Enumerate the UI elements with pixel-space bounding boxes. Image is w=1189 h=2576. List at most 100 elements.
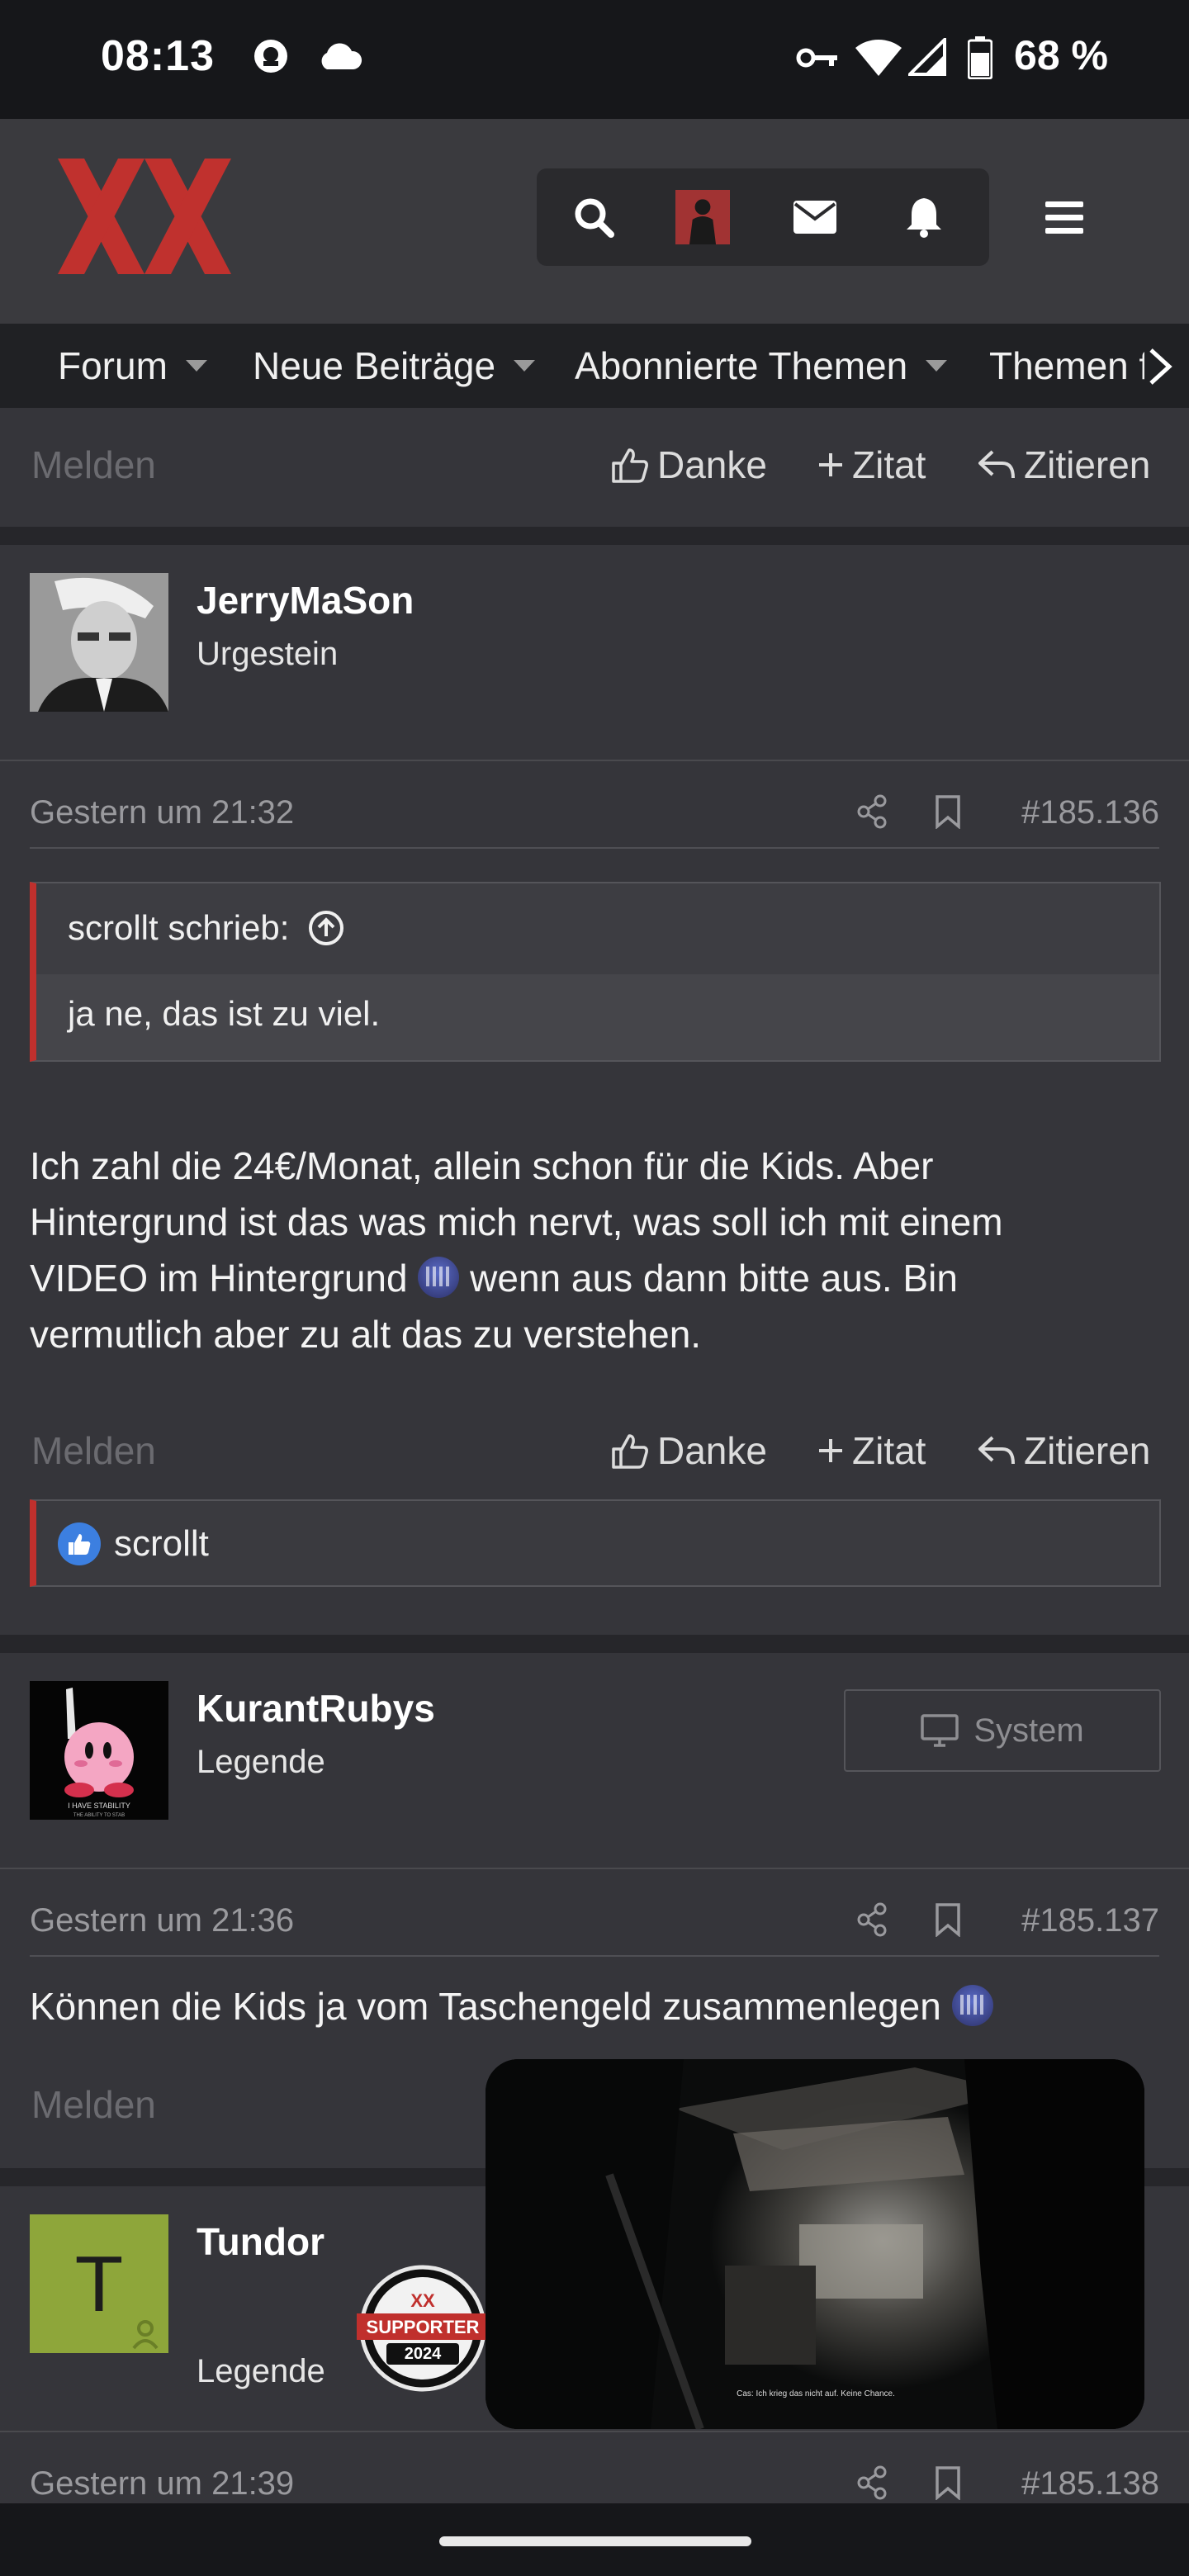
badge-label: SUPPORTER bbox=[367, 2317, 480, 2337]
video-frame: Cas: Ich krieg das nicht auf. Keine Chan… bbox=[486, 2059, 1144, 2429]
post-text: Ich zahl die 24€/Monat, allein schon für… bbox=[30, 1138, 1161, 1362]
quote-block: scrollt schrieb: ja ne, das ist zu viel. bbox=[30, 882, 1161, 1062]
nav-item-subscribed[interactable]: Abonnierte Themen bbox=[575, 343, 948, 388]
site-header bbox=[0, 119, 1189, 324]
quote-text: ja ne, das ist zu viel. bbox=[68, 994, 381, 1033]
caret-down-icon[interactable] bbox=[926, 360, 948, 372]
avatar-caption-2: THE ABILITY TO STAB bbox=[73, 1813, 125, 1818]
author-name[interactable]: KurantRubys bbox=[197, 1686, 435, 1731]
quote-header[interactable]: scrollt schrieb: bbox=[68, 908, 345, 948]
kurantrubys-avatar: I HAVE STABILITY THE ABILITY TO STAB bbox=[30, 1681, 168, 1820]
author-name[interactable]: Tundor bbox=[197, 2219, 324, 2264]
avatar[interactable] bbox=[30, 573, 168, 712]
caret-down-icon[interactable] bbox=[514, 360, 536, 372]
report-link[interactable]: Melden bbox=[31, 2082, 156, 2127]
reactions-bar[interactable]: scrollt bbox=[30, 1499, 1161, 1587]
report-link[interactable]: Melden bbox=[31, 443, 156, 487]
nav-label: Neue Beiträge bbox=[253, 344, 496, 387]
reaction-summary: scrollt bbox=[58, 1522, 209, 1565]
plus-icon bbox=[819, 1439, 842, 1462]
quote-label: Zitieren bbox=[1024, 1429, 1151, 1472]
post-date[interactable]: Gestern um 21:39 bbox=[30, 2465, 294, 2503]
notifications-button[interactable] bbox=[897, 190, 951, 244]
author-role: Legende bbox=[197, 1744, 325, 1780]
search-button[interactable] bbox=[566, 190, 621, 244]
post-number[interactable]: #185.136 bbox=[1021, 794, 1159, 831]
nav-label: Themen fi bbox=[989, 344, 1158, 387]
jerrymason-avatar bbox=[30, 573, 168, 712]
post-date[interactable]: Gestern um 21:32 bbox=[30, 794, 294, 831]
post-meta: Gestern um 21:36 #185.137 bbox=[30, 1869, 1159, 1957]
cloud-icon bbox=[321, 43, 362, 69]
hamburger-menu-icon[interactable] bbox=[1040, 197, 1090, 239]
post-meta: Gestern um 21:39 #185.138 bbox=[30, 2432, 1159, 2503]
bookmark-icon[interactable] bbox=[935, 2465, 961, 2500]
bookmark-icon[interactable] bbox=[935, 1902, 961, 1937]
thanks-button[interactable]: Danke bbox=[611, 1428, 767, 1473]
previous-post-tail: Melden Danke Zitat Zitieren bbox=[0, 408, 1189, 527]
avatar[interactable]: I HAVE STABILITY THE ABILITY TO STAB bbox=[30, 1681, 168, 1820]
share-icon[interactable] bbox=[855, 2465, 888, 2500]
author-role: Urgestein bbox=[197, 636, 339, 672]
post-line-part: wenn aus dann bitte aus. Bin bbox=[470, 1257, 958, 1300]
post-meta: Gestern um 21:32 #185.136 bbox=[30, 761, 1159, 849]
nav-item-new-posts[interactable]: Neue Beiträge bbox=[253, 343, 536, 388]
video-subtitle: Cas: Ich krieg das nicht auf. Keine Chan… bbox=[737, 2389, 895, 2398]
thanks-button[interactable]: Danke bbox=[611, 443, 767, 487]
author-name[interactable]: JerryMaSon bbox=[197, 578, 414, 623]
supporter-badge: XX SUPPORTER 2024 bbox=[357, 2262, 489, 2394]
battery-percent: 68 % bbox=[1014, 32, 1108, 78]
caret-down-icon[interactable] bbox=[185, 360, 207, 372]
account-avatar-button[interactable] bbox=[675, 190, 730, 244]
home-gesture-handle[interactable] bbox=[439, 2536, 751, 2546]
main-nav: Forum Neue Beiträge Abonnierte Themen Th… bbox=[0, 324, 1189, 408]
share-icon[interactable] bbox=[855, 794, 888, 829]
arrow-up-circle-icon[interactable] bbox=[307, 909, 345, 947]
envelope-icon bbox=[793, 201, 836, 234]
avatar[interactable]: T bbox=[30, 2214, 168, 2353]
quote-button[interactable]: Zitieren bbox=[978, 443, 1150, 487]
multiquote-button[interactable]: Zitat bbox=[817, 1428, 926, 1473]
multiquote-label: Zitat bbox=[852, 443, 926, 486]
quote-body: ja ne, das ist zu viel. bbox=[36, 974, 1159, 1060]
multiquote-button[interactable]: Zitat bbox=[817, 443, 926, 487]
post-text: Können die Kids ja vom Taschengeld zusam… bbox=[30, 1978, 1161, 2034]
thanks-label: Danke bbox=[657, 1429, 767, 1472]
pip-video-player[interactable]: Cas: Ich krieg das nicht auf. Keine Chan… bbox=[486, 2059, 1144, 2429]
post-line: VIDEO im Hintergrund wenn aus dann bitte… bbox=[30, 1250, 1161, 1306]
quote-label: Zitieren bbox=[1024, 443, 1151, 486]
report-link[interactable]: Melden bbox=[31, 1428, 156, 1473]
smiley-emoji-icon bbox=[951, 1985, 993, 2026]
bookmark-icon[interactable] bbox=[935, 794, 961, 829]
battery-icon bbox=[968, 36, 992, 79]
avatar bbox=[675, 190, 730, 244]
post-number[interactable]: #185.137 bbox=[1021, 1902, 1159, 1939]
reply-icon bbox=[978, 450, 1015, 479]
badge-top: XX bbox=[410, 2290, 435, 2311]
thumbs-up-icon bbox=[612, 448, 648, 483]
post-line: Hintergrund ist das was mich nervt, was … bbox=[30, 1200, 1003, 1243]
messages-button[interactable] bbox=[788, 190, 842, 244]
liked-by[interactable]: scrollt bbox=[114, 1523, 209, 1565]
post-user-info: I HAVE STABILITY THE ABILITY TO STAB Kur… bbox=[0, 1653, 1189, 1869]
share-icon[interactable] bbox=[855, 1902, 888, 1937]
nav-item-themes[interactable]: Themen fi bbox=[989, 343, 1158, 388]
post-date[interactable]: Gestern um 21:36 bbox=[30, 1902, 294, 1939]
reply-icon bbox=[978, 1436, 1015, 1465]
system-nav-bar bbox=[0, 2503, 1189, 2576]
post-number[interactable]: #185.138 bbox=[1021, 2465, 1159, 2503]
system-theme-button[interactable]: System bbox=[844, 1689, 1161, 1772]
post-line-part: VIDEO im Hintergrund bbox=[30, 1257, 408, 1300]
multiquote-label: Zitat bbox=[852, 1429, 926, 1472]
thumbs-up-icon bbox=[612, 1434, 648, 1469]
monitor-icon bbox=[921, 1714, 959, 1747]
like-icon bbox=[58, 1522, 101, 1565]
chevron-right-icon[interactable] bbox=[1144, 345, 1177, 388]
site-logo[interactable] bbox=[58, 159, 231, 274]
nav-item-forum[interactable]: Forum bbox=[58, 343, 207, 388]
badge-year: 2024 bbox=[405, 2345, 442, 2363]
avatar-caption: I HAVE STABILITY bbox=[68, 1802, 130, 1810]
thanks-label: Danke bbox=[657, 443, 767, 486]
nav-label: Forum bbox=[58, 344, 168, 387]
quote-button[interactable]: Zitieren bbox=[978, 1428, 1150, 1473]
